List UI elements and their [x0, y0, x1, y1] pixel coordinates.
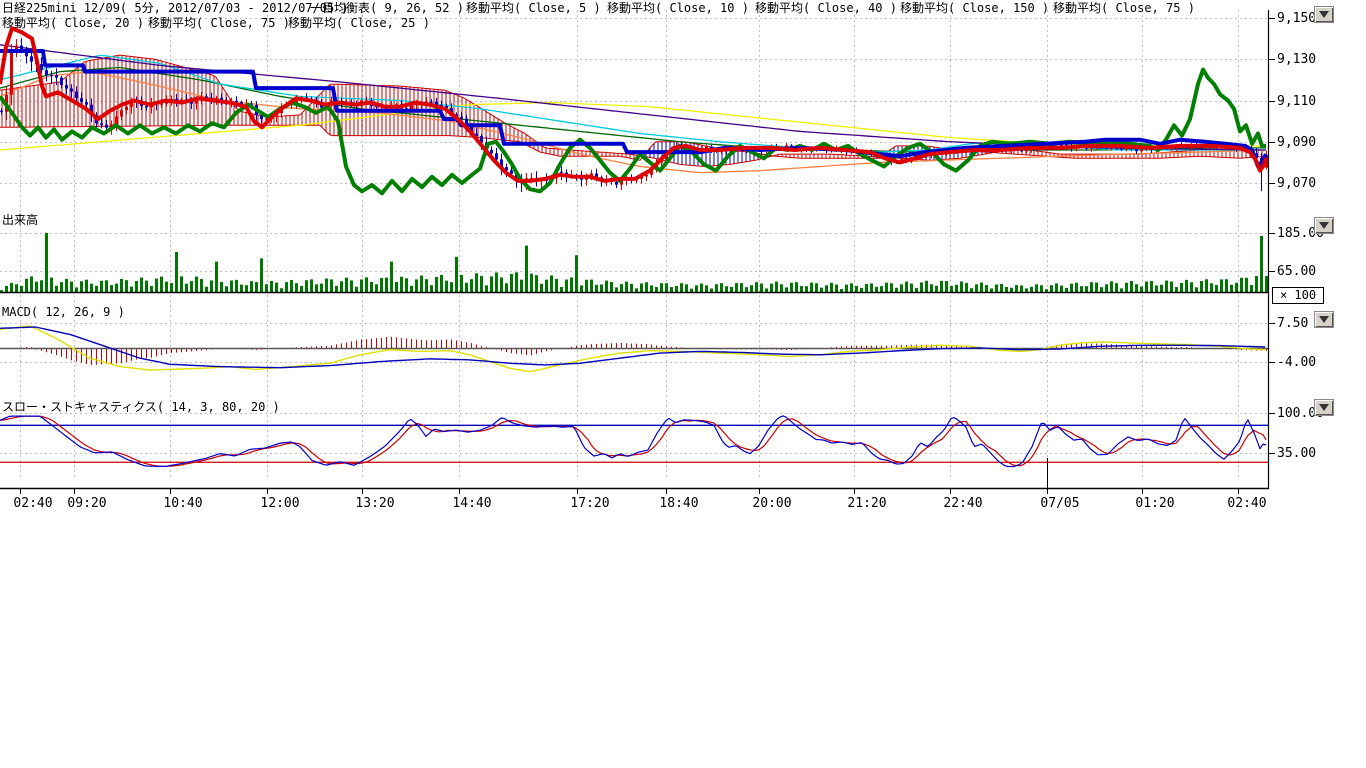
legend-ma-close-150: 移動平均( Close, 150 ) — [900, 1, 1049, 15]
macd-panel-dropdown-button[interactable] — [1314, 311, 1334, 328]
triangle-down-icon — [1319, 222, 1329, 229]
price-tick-label: 9,150 — [1277, 11, 1316, 26]
time-label: 10:40 — [163, 496, 202, 511]
price-panel-dropdown-button[interactable] — [1314, 6, 1334, 23]
time-label: 12:00 — [260, 496, 299, 511]
time-label: 02:40 — [1227, 496, 1266, 511]
price-tick-label: 9,110 — [1277, 94, 1316, 109]
stochastics-panel-title: スロー・ストキャスティクス( 14, 3, 80, 20 ) — [2, 398, 280, 415]
time-label: 13:20 — [355, 496, 394, 511]
legend-ma-close-5: 移動平均( Close, 5 ) — [466, 1, 601, 15]
time-label: 21:20 — [847, 496, 886, 511]
chart-application-window: 日経225mini 12/09( 5分, 2012/07/03 - 2012/0… — [0, 0, 1366, 768]
price-tick-label: 9,130 — [1277, 52, 1316, 67]
volume-panel-dropdown-button[interactable] — [1314, 217, 1334, 234]
time-label: 02:40 — [13, 496, 52, 511]
legend-ma-close-75: 移動平均( Close, 75 ) — [1053, 1, 1195, 15]
legend-ma-close-25: 移動平均( Close, 25 ) — [288, 16, 430, 30]
time-label: 17:20 — [570, 496, 609, 511]
legend-ma-close-40: 移動平均( Close, 40 ) — [755, 1, 897, 15]
time-label: 14:40 — [452, 496, 491, 511]
triangle-down-icon — [1319, 11, 1329, 18]
legend-instrument: 日経225mini 12/09( 5分, 2012/07/03 - 2012/0… — [2, 1, 349, 15]
time-label: 07/05 — [1040, 496, 1079, 511]
time-label: 09:20 — [67, 496, 106, 511]
macd-tick-label: 7.50 — [1277, 316, 1308, 331]
chart-canvas[interactable] — [0, 0, 1366, 520]
price-tick-label: 9,090 — [1277, 135, 1316, 150]
legend-ichimoku: 一目均衡表( 9, 26, 52 ) — [310, 1, 464, 15]
triangle-down-icon — [1319, 316, 1329, 323]
triangle-down-icon — [1319, 404, 1329, 411]
legend-ma-close-20: 移動平均( Close, 20 ) — [2, 16, 144, 30]
volume-panel-title: 出来高 — [2, 211, 38, 228]
time-label: 22:40 — [943, 496, 982, 511]
price-tick-label: 9,070 — [1277, 176, 1316, 191]
volume-tick-label: 65.00 — [1277, 264, 1316, 279]
legend-ma-close-10: 移動平均( Close, 10 ) — [607, 1, 749, 15]
stochastics-panel-dropdown-button[interactable] — [1314, 399, 1334, 416]
time-label: 01:20 — [1135, 496, 1174, 511]
legend-ma-close-75b: 移動平均( Close, 75 ) — [148, 16, 290, 30]
time-label: 20:00 — [752, 496, 791, 511]
time-label: 18:40 — [659, 496, 698, 511]
stoch-tick-label: 35.00 — [1277, 446, 1316, 461]
macd-panel-title: MACD( 12, 26, 9 ) — [2, 305, 125, 319]
macd-tick-label: -4.00 — [1277, 355, 1316, 370]
volume-multiplier-badge: × 100 — [1272, 287, 1324, 304]
